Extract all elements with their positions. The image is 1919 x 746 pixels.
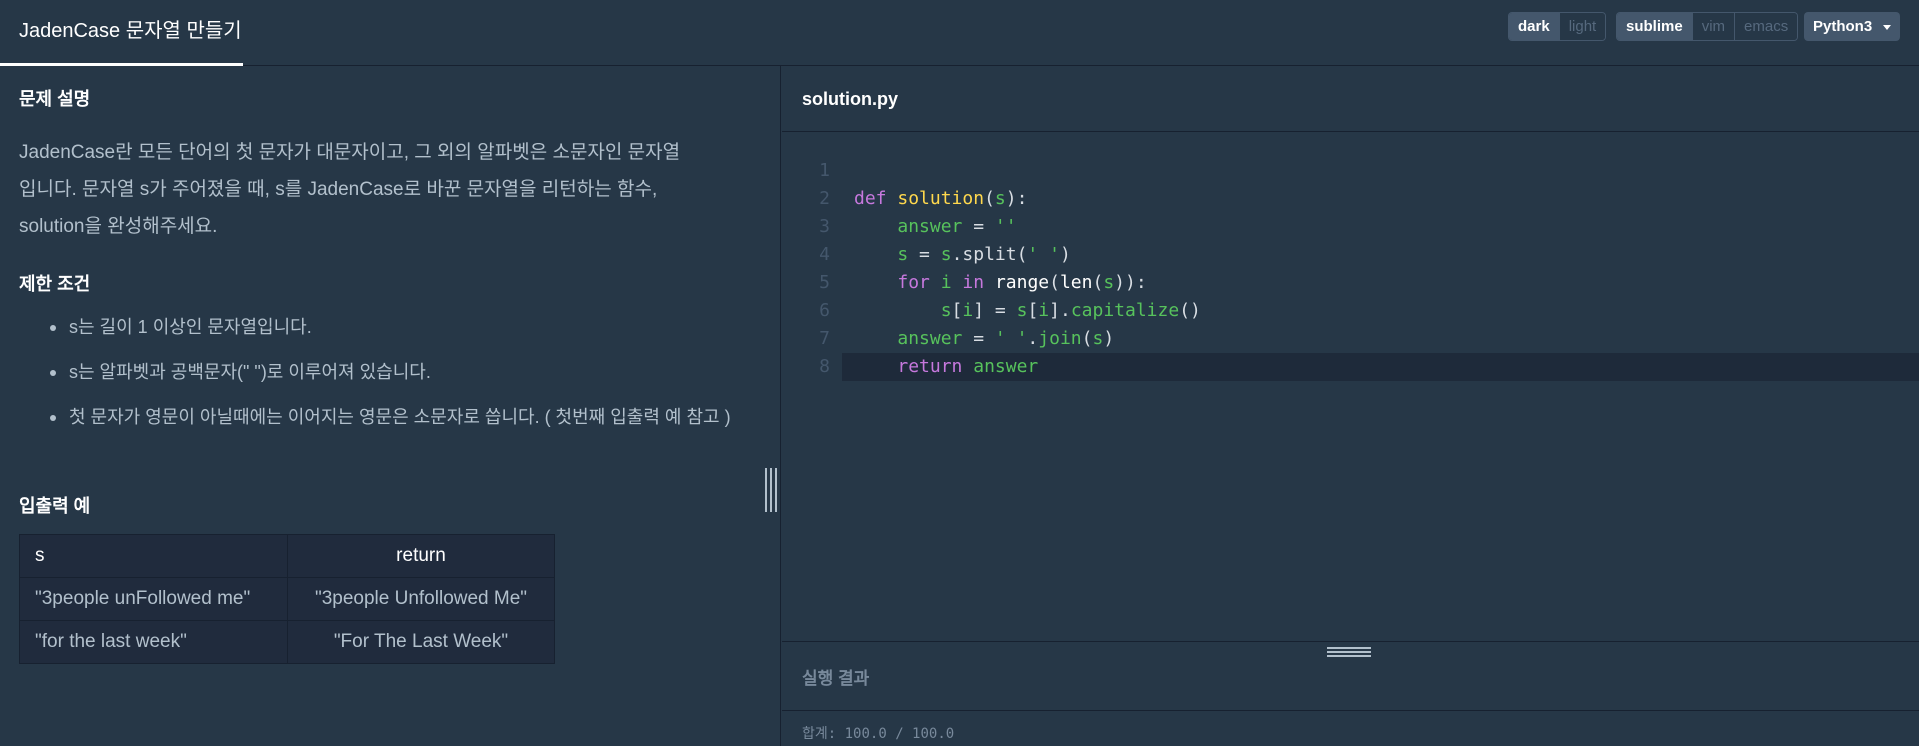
description-line: solution을 완성해주세요. [19, 216, 218, 237]
result-panel: 실행 결과 합계: 100.0 / 100.0 [782, 641, 1919, 746]
problem-description: JadenCase란 모든 단어의 첫 문자가 대문자이고, 그 외의 알파벳은… [19, 134, 739, 245]
code-line: 7 answer = ' '.join(s) [782, 325, 1919, 353]
code-text: answer = ' '.join(s) [897, 328, 1115, 349]
panel-resize-handle[interactable] [765, 468, 777, 512]
code-text: def solution(s): [854, 188, 1028, 209]
column-header-return: return [287, 534, 555, 578]
top-bar: JadenCase 문자열 만들기 dark light sublime vim… [0, 0, 1919, 66]
keymap-toggle: sublime vim emacs [1616, 12, 1799, 41]
code-line-current: 8 return answer [819, 353, 1919, 381]
constraints-list: s는 길이 1 이상인 문자열입니다. s는 알파벳과 공백문자(" ")로 이… [19, 312, 739, 447]
code-text: answer = '' [897, 216, 1017, 237]
constraint-item: s는 알파벳과 공백문자(" ")로 이루어져 있습니다. [19, 357, 739, 388]
io-example-heading: 입출력 예 [19, 496, 91, 516]
problem-panel: 문제 설명 JadenCase란 모든 단어의 첫 문자가 대문자이고, 그 외… [0, 66, 781, 746]
code-line: 3 answer = '' [782, 213, 1919, 241]
line-number: 2 [819, 188, 830, 209]
table-header-row: s return [19, 534, 555, 578]
code-line: 1 [782, 157, 1919, 185]
code-line: 4 s = s.split(' ') [782, 241, 1919, 269]
chevron-down-icon [1883, 25, 1891, 30]
result-title: 실행 결과 [802, 669, 870, 688]
divider [782, 710, 1919, 711]
table-row: "3people unFollowed me" "3people Unfollo… [19, 577, 555, 621]
line-number: 8 [819, 356, 830, 377]
io-example-table: s return "3people unFollowed me" "3peopl… [19, 534, 555, 664]
code-editor: solution.py 1 2 def solution(s): 3 answe… [782, 66, 1919, 641]
code-text: return answer [897, 356, 1039, 377]
result-resize-handle[interactable] [1327, 647, 1371, 657]
column-header-s: s [19, 534, 288, 578]
description-line: JadenCase란 모든 단어의 첫 문자가 대문자이고, 그 외의 알파벳은… [19, 142, 681, 163]
line-number: 3 [819, 216, 830, 237]
table-cell: "For The Last Week" [287, 620, 555, 664]
constraint-item: 첫 문자가 영문이 아닐때에는 이어지는 영문은 소문자로 씁니다. ( 첫번째… [19, 402, 739, 433]
code-line: 5 for i in range(len(s)): [782, 269, 1919, 297]
code-line: 2 def solution(s): [782, 185, 1919, 213]
language-select-label: Python3 [1813, 18, 1873, 35]
line-number: 4 [819, 244, 830, 265]
description-heading: 문제 설명 [19, 89, 91, 109]
keymap-emacs-button[interactable]: emacs [1735, 13, 1798, 40]
code-text: s[i] = s[i].capitalize() [940, 300, 1201, 321]
theme-toggle: dark light [1508, 12, 1607, 41]
line-number: 6 [819, 300, 830, 321]
code-text: for i in range(len(s)): [897, 272, 1147, 293]
keymap-vim-button[interactable]: vim [1692, 13, 1736, 40]
description-line: 입니다. 문자열 s가 주어졌을 때, s를 JadenCase로 바꾼 문자열… [19, 179, 658, 200]
language-select[interactable]: Python3 [1804, 12, 1900, 41]
constraint-item: s는 길이 1 이상인 문자열입니다. [19, 312, 739, 343]
code-line: 6 s[i] = s[i].capitalize() [782, 297, 1919, 325]
code-text: s = s.split(' ') [897, 244, 1071, 265]
line-number: 7 [819, 328, 830, 349]
table-cell: "3people unFollowed me" [19, 577, 288, 621]
theme-light-button[interactable]: light [1559, 13, 1606, 40]
constraints-heading: 제한 조건 [19, 274, 91, 294]
theme-dark-button[interactable]: dark [1509, 13, 1560, 40]
code-area[interactable]: 1 2 def solution(s): 3 answer = '' 4 s =… [782, 157, 1919, 381]
line-number: 1 [819, 160, 830, 181]
keymap-sublime-button[interactable]: sublime [1617, 13, 1693, 40]
table-cell: "3people Unfollowed Me" [287, 577, 555, 621]
score-text: 합계: 100.0 / 100.0 [802, 726, 955, 742]
table-cell: "for the last week" [19, 620, 288, 664]
table-row: "for the last week" "For The Last Week" [19, 620, 555, 664]
problem-title-tab[interactable]: JadenCase 문자열 만들기 [0, 0, 243, 66]
file-tab[interactable]: solution.py [782, 66, 1919, 132]
line-number: 5 [819, 272, 830, 293]
